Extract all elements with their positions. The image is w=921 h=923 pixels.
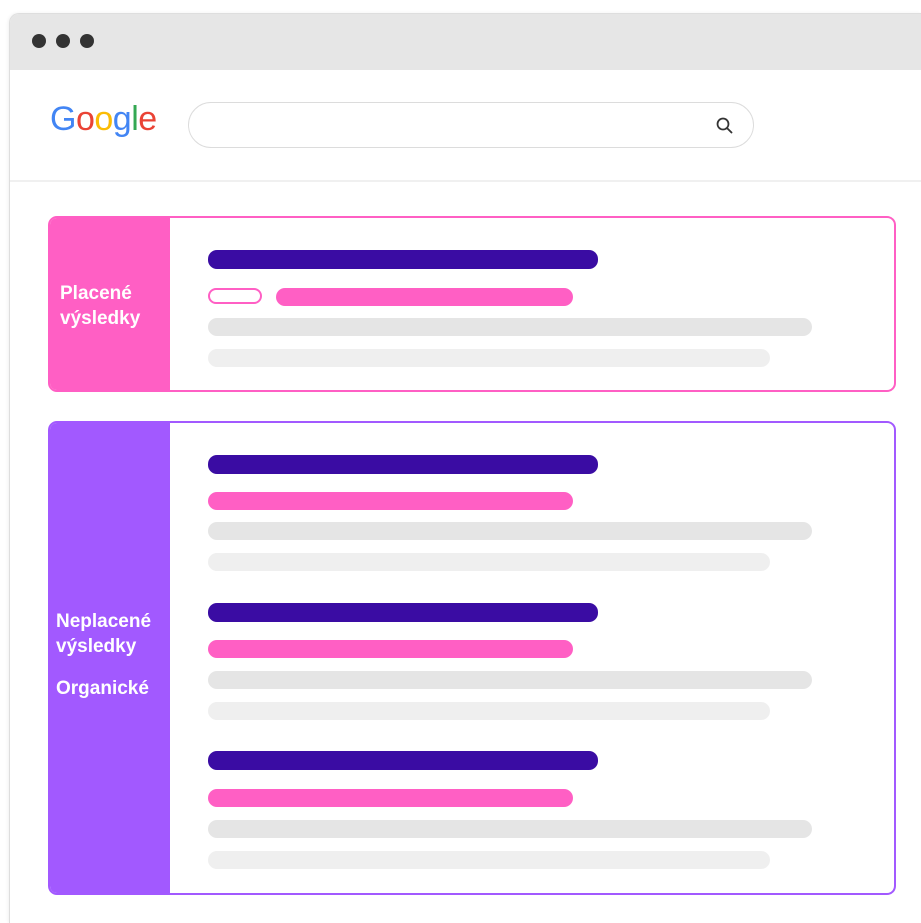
search-input[interactable] [188, 102, 754, 148]
result-snippet-placeholder [208, 318, 812, 336]
result-title-placeholder[interactable] [208, 751, 598, 770]
result-title-placeholder[interactable] [208, 603, 598, 622]
logo-letter: o [94, 100, 113, 138]
browser-titlebar [10, 14, 921, 70]
organic-label-line: Neplacené [56, 611, 152, 632]
window-dot-icon[interactable] [32, 34, 46, 48]
logo-letter: o [75, 100, 95, 138]
organic-results-label: Neplacené výsledky Organické [50, 423, 170, 893]
browser-window: Google Placené výsledky Neplacené výsled [9, 13, 921, 923]
organic-results-panel: Neplacené výsledky Organické [48, 421, 896, 895]
search-icon[interactable] [715, 116, 735, 136]
google-logo[interactable]: Google [50, 100, 157, 139]
organic-label-line: výsledky [56, 636, 137, 657]
result-snippet-placeholder [208, 820, 812, 838]
result-url-placeholder [208, 789, 573, 807]
result-snippet-placeholder [208, 349, 770, 367]
logo-letter: G [50, 100, 76, 138]
logo-letter: g [112, 100, 132, 138]
paid-results-panel: Placené výsledky [48, 216, 896, 392]
result-title-placeholder[interactable] [208, 250, 598, 269]
result-url-placeholder [208, 640, 573, 658]
result-snippet-placeholder [208, 522, 812, 540]
window-dot-icon[interactable] [56, 34, 70, 48]
result-snippet-placeholder [208, 851, 770, 869]
result-snippet-placeholder [208, 671, 812, 689]
logo-letter: l [131, 100, 139, 138]
window-dot-icon[interactable] [80, 34, 94, 48]
result-snippet-placeholder [208, 702, 770, 720]
result-title-placeholder[interactable] [208, 455, 598, 474]
paid-results-label: Placené výsledky [50, 218, 170, 390]
paid-label-line: výsledky [60, 308, 141, 329]
search-header: Google [10, 70, 921, 182]
result-url-placeholder [276, 288, 573, 306]
paid-label-line: Placené [60, 283, 132, 304]
result-snippet-placeholder [208, 553, 770, 571]
organic-label-line: Organické [56, 678, 149, 699]
ad-badge-placeholder [208, 288, 262, 304]
logo-letter: e [138, 100, 157, 138]
result-url-placeholder [208, 492, 573, 510]
